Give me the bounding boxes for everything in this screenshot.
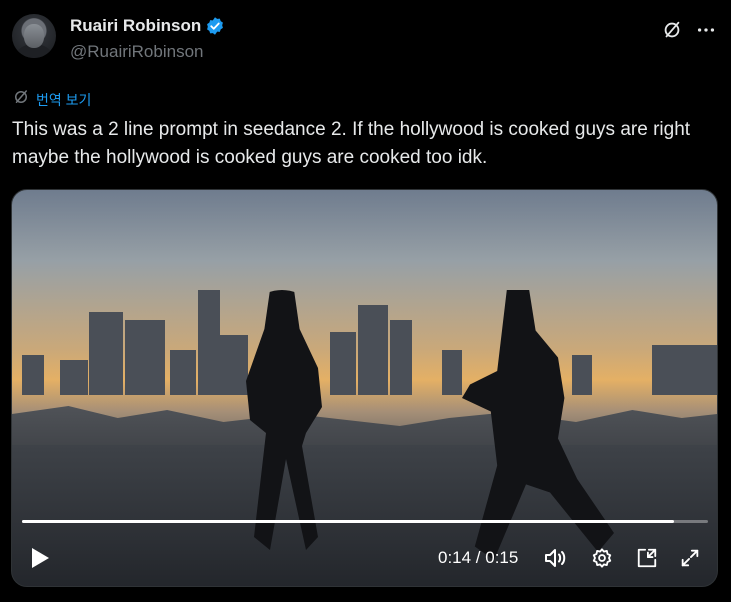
video-frame-building [652,345,717,395]
author-handle[interactable]: @RuairiRobinson [70,42,204,62]
video-frame-building [125,320,165,395]
author-name-row: Ruairi Robinson [70,16,225,36]
video-frame-building [572,355,592,395]
author-name[interactable]: Ruairi Robinson [70,16,201,36]
video-frame-building [89,312,123,395]
settings-icon[interactable] [588,542,616,574]
video-frame-building [60,360,88,395]
translate-link[interactable]: 번역 보기 [12,88,91,111]
tweet-text: This was a 2 line prompt in seedance 2. … [12,119,691,168]
video-frame-building [22,355,44,395]
translate-label[interactable]: 번역 보기 [36,90,91,110]
volume-icon[interactable] [542,542,570,574]
grok-icon[interactable] [660,18,684,42]
video-frame-building [220,335,248,395]
avatar-face [24,24,44,48]
video-frame-building [198,290,220,395]
video-progress-bar[interactable] [22,520,708,523]
video-frame-building [330,332,356,395]
tweet-header: Ruairi Robinson @RuairiRobinson [12,10,719,66]
video-frame-building [170,350,196,395]
play-icon[interactable] [26,542,54,574]
video-frame-building [358,305,388,395]
video-frame-building [442,350,462,395]
video-frame-building [390,320,412,395]
more-icon[interactable] [694,18,718,42]
video-time: 0:14 / 0:15 [438,548,519,567]
video-player[interactable]: 0:14 / 0:15 [11,189,718,587]
verified-badge-icon [205,16,225,36]
video-progress-fill [22,520,674,523]
fullscreen-icon[interactable] [676,542,704,574]
avatar[interactable] [12,14,56,58]
video-controls: 0:14 / 0:15 [12,538,717,578]
picture-in-picture-icon[interactable] [633,542,661,574]
translate-icon [12,88,30,111]
